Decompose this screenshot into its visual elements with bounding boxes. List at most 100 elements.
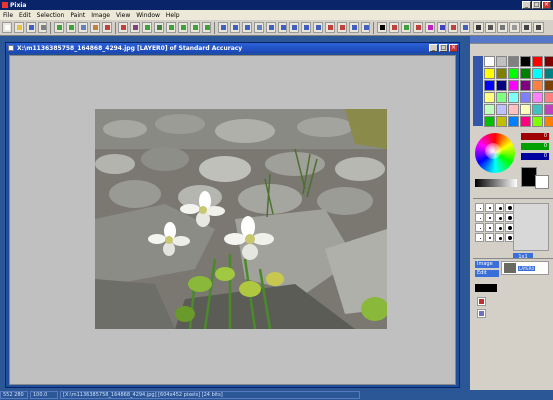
- brush-shape-cell[interactable]: [495, 203, 504, 212]
- brush-shape-cell[interactable]: [475, 233, 484, 242]
- save-tool-button[interactable]: [25, 22, 36, 33]
- palette-swatch[interactable]: [532, 68, 543, 79]
- doc-maximize-button[interactable]: □: [439, 44, 448, 52]
- zoom-tool-button[interactable]: [301, 22, 312, 33]
- hand-tool-button[interactable]: [289, 22, 300, 33]
- layers-image-tab[interactable]: Image: [475, 261, 499, 268]
- menu-file[interactable]: File: [3, 12, 13, 19]
- lasso-tool-button[interactable]: [177, 22, 188, 33]
- panel-fill-icon[interactable]: [509, 22, 520, 33]
- panel-arrow-right-icon[interactable]: [533, 22, 544, 33]
- palette-swatch[interactable]: [496, 104, 507, 115]
- palette-swatch[interactable]: [544, 68, 553, 79]
- palette-swatch[interactable]: [532, 116, 543, 127]
- brush-shape-cell[interactable]: [485, 203, 494, 212]
- help-tool-button[interactable]: [460, 22, 471, 33]
- blur-tool-button[interactable]: [348, 22, 359, 33]
- undo-tool-button[interactable]: [54, 22, 65, 33]
- close-button[interactable]: ×: [542, 1, 551, 9]
- select-tool-button[interactable]: [230, 22, 240, 33]
- sharpen-tool-button[interactable]: [360, 22, 371, 33]
- stamp-tool-button[interactable]: [324, 22, 335, 33]
- rotate-tool-button[interactable]: [313, 22, 323, 33]
- layer-properties-icon[interactable]: [477, 309, 486, 318]
- color-balance-tool-button[interactable]: [424, 22, 435, 33]
- menu-selection[interactable]: Selection: [37, 12, 65, 19]
- panel-brush-icon[interactable]: [473, 22, 484, 33]
- curve-tool-button[interactable]: [189, 22, 200, 33]
- mask-tool-button[interactable]: [448, 22, 459, 33]
- menu-view[interactable]: View: [116, 12, 130, 19]
- palette-swatch[interactable]: [532, 80, 543, 91]
- palette-swatch[interactable]: [520, 116, 531, 127]
- palette-swatch[interactable]: [508, 116, 519, 127]
- layers-edit-tab[interactable]: Edit: [475, 270, 499, 277]
- pen-tool-button[interactable]: [118, 22, 129, 33]
- brush-shape-cell[interactable]: [475, 203, 484, 212]
- new-file-tool-button[interactable]: [2, 22, 12, 33]
- background-color-swatch[interactable]: [535, 175, 549, 189]
- palette-swatch[interactable]: [496, 116, 507, 127]
- palette-swatch[interactable]: [508, 80, 519, 91]
- delete-tool-button[interactable]: [101, 22, 112, 33]
- brush-shape-cell[interactable]: [485, 223, 494, 232]
- palette-swatch[interactable]: [508, 56, 519, 67]
- palette-swatch[interactable]: [544, 92, 553, 103]
- brightness-bar[interactable]: [475, 179, 517, 187]
- brush-shape-cell[interactable]: [475, 213, 484, 222]
- palette-swatch[interactable]: [484, 68, 495, 79]
- panel-arrow-left-icon[interactable]: [521, 22, 532, 33]
- brush-tool-button[interactable]: [130, 22, 141, 33]
- text-tool-button[interactable]: [277, 22, 288, 33]
- fill-tool-button[interactable]: [241, 22, 252, 33]
- line-tool-button[interactable]: [154, 22, 164, 33]
- doc-minimize-button[interactable]: _: [429, 44, 438, 52]
- palette-swatch[interactable]: [520, 68, 531, 79]
- polygon-tool-button[interactable]: [201, 22, 212, 33]
- gradient-tool-button[interactable]: [253, 22, 264, 33]
- palette-swatch[interactable]: [484, 80, 495, 91]
- eyedropper-tool-button[interactable]: [265, 22, 276, 33]
- palette-swatch[interactable]: [544, 116, 553, 127]
- palette-swatch[interactable]: [508, 92, 519, 103]
- brush-shape-cell[interactable]: [495, 223, 504, 232]
- red-value-field[interactable]: 0: [521, 133, 549, 140]
- green-value-field[interactable]: 0: [521, 143, 549, 150]
- rectangle-tool-button[interactable]: [142, 22, 153, 33]
- palette-swatch[interactable]: [484, 56, 495, 67]
- palette-swatch[interactable]: [520, 92, 531, 103]
- palette-swatch[interactable]: [532, 92, 543, 103]
- layer-row[interactable]: LAYER0: [501, 261, 549, 275]
- palette-swatch[interactable]: [508, 104, 519, 115]
- palette-swatch[interactable]: [496, 80, 507, 91]
- layer-tool-button[interactable]: [412, 22, 423, 33]
- palette-swatch[interactable]: [484, 116, 495, 127]
- doc-close-button[interactable]: ×: [449, 44, 458, 52]
- canvas-area[interactable]: [9, 55, 456, 385]
- magic-wand-tool-button[interactable]: [218, 22, 229, 33]
- palette-swatch[interactable]: [508, 68, 519, 79]
- redo-tool-button[interactable]: [66, 22, 77, 33]
- maximize-button[interactable]: □: [532, 1, 541, 9]
- palette-swatch[interactable]: [520, 104, 531, 115]
- layer-red-icon[interactable]: [477, 297, 486, 306]
- panel-eraser-icon[interactable]: [497, 22, 508, 33]
- panel-pen-icon[interactable]: [485, 22, 496, 33]
- blue-value-field[interactable]: 0: [521, 153, 549, 160]
- palette-swatch[interactable]: [532, 104, 543, 115]
- brush-shape-cell[interactable]: [495, 213, 504, 222]
- channel-tool-button[interactable]: [436, 22, 447, 33]
- image-tool-button[interactable]: [401, 22, 411, 33]
- filter-tool-button[interactable]: [389, 22, 399, 33]
- circle-tool-button[interactable]: [165, 22, 176, 33]
- paste-tool-button[interactable]: [89, 22, 100, 33]
- menu-edit[interactable]: Edit: [19, 12, 31, 19]
- open-folder-tool-button[interactable]: [13, 22, 24, 33]
- minimize-button[interactable]: _: [522, 1, 531, 9]
- photo-image[interactable]: [95, 109, 387, 329]
- palette-swatch[interactable]: [520, 56, 531, 67]
- palette-swatch[interactable]: [496, 92, 507, 103]
- menu-window[interactable]: Window: [136, 12, 160, 19]
- document-title-bar[interactable]: X:\m1136385758_164868_4294.jpg [LAYER0] …: [6, 43, 459, 53]
- brush-shape-cell[interactable]: [485, 233, 494, 242]
